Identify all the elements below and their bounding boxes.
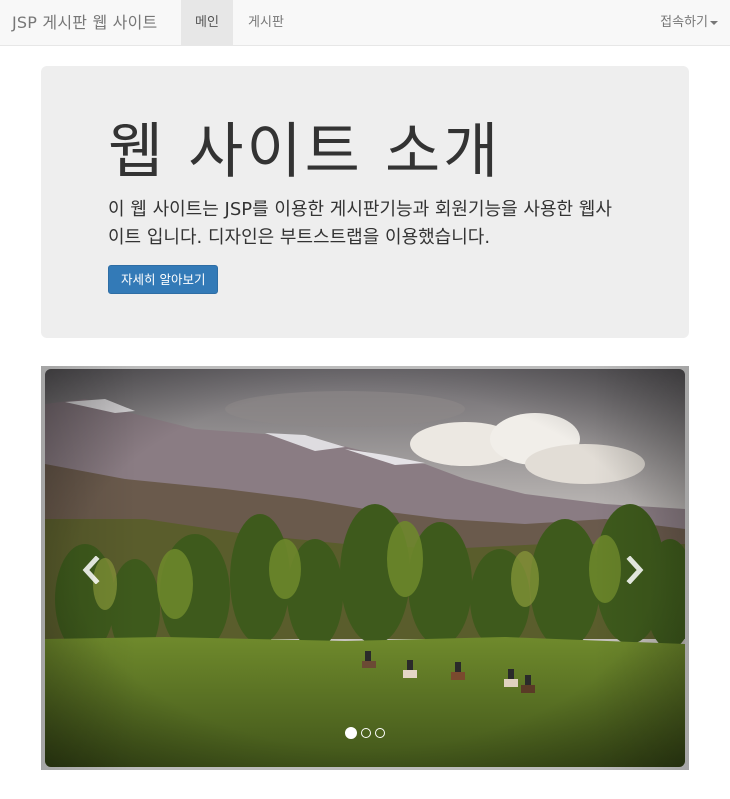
carousel-slide-image	[45, 369, 685, 767]
learn-more-button[interactable]: 자세히 알아보기	[108, 265, 219, 294]
chevron-left-icon	[82, 556, 100, 584]
carousel-prev-control[interactable]	[41, 366, 137, 770]
navbar-brand[interactable]: JSP 게시판 웹 사이트	[12, 0, 157, 46]
connect-dropdown-label: 접속하기	[660, 15, 708, 30]
jumbotron-description: 이 웹 사이트는 JSP를 이용한 게시판기능과 회원기능을 사용한 웹사이트 …	[108, 199, 612, 248]
caret-down-icon	[710, 20, 718, 25]
image-carousel	[41, 366, 689, 770]
carousel-indicator-2[interactable]	[361, 728, 371, 738]
nav-item-main[interactable]: 메인	[181, 0, 233, 46]
nav-item-board[interactable]: 게시판	[233, 0, 299, 46]
carousel-next-control[interactable]	[593, 366, 689, 770]
connect-dropdown[interactable]: 접속하기	[660, 0, 718, 46]
carousel-indicators	[41, 727, 689, 739]
carousel-indicator-1[interactable]	[345, 727, 357, 739]
jumbotron: 웹 사이트 소개 이 웹 사이트는 JSP를 이용한 게시판기능과 회원기능을 …	[41, 66, 689, 338]
jumbotron-title: 웹 사이트 소개	[108, 117, 502, 187]
navbar: JSP 게시판 웹 사이트 메인 게시판 접속하기	[0, 0, 730, 46]
chevron-right-icon	[626, 556, 644, 584]
carousel-indicator-3[interactable]	[375, 728, 385, 738]
